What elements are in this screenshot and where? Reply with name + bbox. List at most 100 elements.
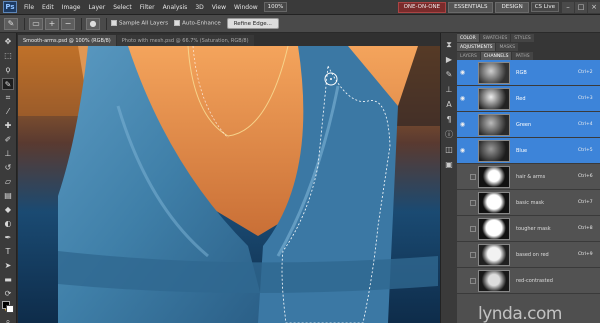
new-selection-icon[interactable]: ▭ <box>29 17 43 30</box>
visibility-eye-icon[interactable]: ◉ <box>457 173 468 180</box>
document-tab-inactive[interactable]: Photo with mesh.psd @ 66.7% (Saturation,… <box>116 35 254 46</box>
channel-row[interactable]: ◉ Red Ctrl+3 <box>457 86 600 112</box>
marquee-tool-icon[interactable]: ⬚ <box>2 50 14 62</box>
blur-tool-icon[interactable]: ◆ <box>2 204 14 216</box>
menu-window[interactable]: Window <box>230 4 262 11</box>
healing-brush-tool-icon[interactable]: ✚ <box>2 120 14 132</box>
channel-thumbnail <box>478 139 510 162</box>
minimize-icon[interactable]: – <box>562 1 574 13</box>
channel-row[interactable]: ◉ red-contrasted <box>457 268 600 294</box>
zoom-level-dropdown[interactable]: 100% <box>263 2 288 12</box>
channel-link-box[interactable] <box>470 277 476 284</box>
tab-adjustments[interactable]: ADJUSTMENTS <box>457 43 496 51</box>
eyedropper-tool-icon[interactable]: ⁄ <box>2 106 14 118</box>
channel-row[interactable]: ◉ basic mask Ctrl+7 <box>457 190 600 216</box>
visibility-eye-icon[interactable]: ◉ <box>457 95 468 102</box>
lasso-tool-icon[interactable]: ϙ <box>2 64 14 76</box>
brushes-panel-icon[interactable]: ✎ <box>444 69 455 80</box>
visibility-eye-icon[interactable]: ◉ <box>457 121 468 128</box>
brush-tool-icon[interactable]: ✐ <box>2 134 14 146</box>
channel-row[interactable]: ◉ tougher mask Ctrl+8 <box>457 216 600 242</box>
workspace-design-button[interactable]: DESIGN <box>495 1 529 13</box>
visibility-eye-icon[interactable]: ◉ <box>457 225 468 232</box>
subtract-from-selection-icon[interactable]: − <box>61 17 75 30</box>
menu-file[interactable]: File <box>20 4 38 11</box>
sample-all-layers-checkbox[interactable]: Sample All Layers <box>111 20 168 27</box>
visibility-eye-icon[interactable]: ◉ <box>457 277 468 284</box>
visibility-eye-icon[interactable]: ◉ <box>457 69 468 76</box>
dodge-tool-icon[interactable]: ◐ <box>2 218 14 230</box>
refine-edge-button[interactable]: Refine Edge... <box>226 18 279 29</box>
navigator-panel-icon[interactable]: ◫ <box>444 144 455 155</box>
tab-paths[interactable]: PATHS <box>512 52 533 60</box>
channel-link-box[interactable] <box>470 148 476 154</box>
menu-analysis[interactable]: Analysis <box>159 4 192 11</box>
channel-link-box[interactable] <box>470 122 476 128</box>
type-tool-icon[interactable]: T <box>2 246 14 258</box>
menu-edit[interactable]: Edit <box>38 4 58 11</box>
path-selection-tool-icon[interactable]: ➤ <box>2 260 14 272</box>
channel-link-box[interactable] <box>470 70 476 76</box>
menu-3d[interactable]: 3D <box>191 4 207 11</box>
visibility-eye-icon[interactable]: ◉ <box>457 199 468 206</box>
channel-link-box[interactable] <box>470 251 476 258</box>
document-tab-active[interactable]: Smooth-arms.psd @ 100% (RGB/8) <box>18 35 116 46</box>
clone-source-panel-icon[interactable]: ⊥ <box>444 84 455 95</box>
history-brush-tool-icon[interactable]: ↺ <box>2 162 14 174</box>
tab-channels[interactable]: CHANNELS <box>480 52 512 60</box>
crop-tool-icon[interactable]: ⌗ <box>2 92 14 104</box>
channel-link-box[interactable] <box>470 96 476 102</box>
quick-selection-tool-icon[interactable]: ✎ <box>2 78 14 90</box>
3d-rotate-tool-icon[interactable]: ⟳ <box>2 288 14 300</box>
actions-panel-icon[interactable]: ▶ <box>444 54 455 65</box>
eraser-tool-icon[interactable]: ▱ <box>2 176 14 188</box>
channel-row[interactable]: ◉ based on red Ctrl+9 <box>457 242 600 268</box>
tab-styles[interactable]: STYLES <box>511 34 534 42</box>
workspace-one-on-one-button[interactable]: ONE-ON-ONE <box>397 1 447 13</box>
menu-image[interactable]: Image <box>58 4 85 11</box>
character-panel-icon[interactable]: A <box>444 99 455 110</box>
color-panel-tabs: COLOR SWATCHES STYLES <box>457 33 600 42</box>
background-color-swatch[interactable] <box>6 305 14 313</box>
pen-tool-icon[interactable]: ✒ <box>2 232 14 244</box>
channel-row[interactable]: ◉ hair & arms Ctrl+6 <box>457 164 600 190</box>
cs-live-button[interactable]: CS Live <box>530 2 559 12</box>
channel-link-box[interactable] <box>470 173 476 180</box>
tab-swatches[interactable]: SWATCHES <box>479 34 511 42</box>
channel-row[interactable]: ◉ RGB Ctrl+2 <box>457 60 600 86</box>
menu-select[interactable]: Select <box>109 4 136 11</box>
zoom-tool-icon[interactable]: ⌕ <box>2 316 14 323</box>
gradient-tool-icon[interactable]: ▤ <box>2 190 14 202</box>
add-to-selection-icon[interactable]: + <box>45 17 59 30</box>
shape-tool-icon[interactable]: ▬ <box>2 274 14 286</box>
channel-row[interactable]: ◉ Blue Ctrl+5 <box>457 138 600 164</box>
clone-stamp-tool-icon[interactable]: ⊥ <box>2 148 14 160</box>
auto-enhance-checkbox[interactable]: Auto-Enhance <box>174 20 221 27</box>
menu-layer[interactable]: Layer <box>84 4 109 11</box>
channel-link-box[interactable] <box>470 225 476 232</box>
history-panel-icon[interactable]: ⧗ <box>444 39 455 50</box>
menu-view[interactable]: View <box>208 4 230 11</box>
visibility-eye-icon[interactable]: ◉ <box>457 251 468 258</box>
info-panel-icon[interactable]: ⓘ <box>444 129 455 140</box>
document-canvas[interactable] <box>18 46 440 323</box>
workspace-essentials-button[interactable]: ESSENTIALS <box>448 1 494 13</box>
channel-link-box[interactable] <box>470 199 476 206</box>
tab-color[interactable]: COLOR <box>457 34 479 42</box>
brush-picker-icon[interactable]: ● <box>86 17 100 30</box>
quick-selection-tool-icon[interactable]: ✎ <box>4 17 18 30</box>
channel-thumbnail <box>478 113 510 136</box>
paragraph-panel-icon[interactable]: ¶ <box>444 114 455 125</box>
tab-masks[interactable]: MASKS <box>496 43 519 51</box>
divider <box>24 17 25 30</box>
channel-name: based on red <box>516 251 549 258</box>
tab-layers[interactable]: LAYERS <box>457 52 480 60</box>
layer-comps-panel-icon[interactable]: ▣ <box>444 159 455 170</box>
visibility-eye-icon[interactable]: ◉ <box>457 147 468 154</box>
channel-row[interactable]: ◉ Green Ctrl+4 <box>457 112 600 138</box>
maximize-icon[interactable]: □ <box>575 1 587 13</box>
move-tool-icon[interactable]: ✥ <box>2 36 14 48</box>
close-icon[interactable]: × <box>588 1 600 13</box>
channel-name: Blue <box>516 147 528 154</box>
menu-filter[interactable]: Filter <box>136 4 159 11</box>
